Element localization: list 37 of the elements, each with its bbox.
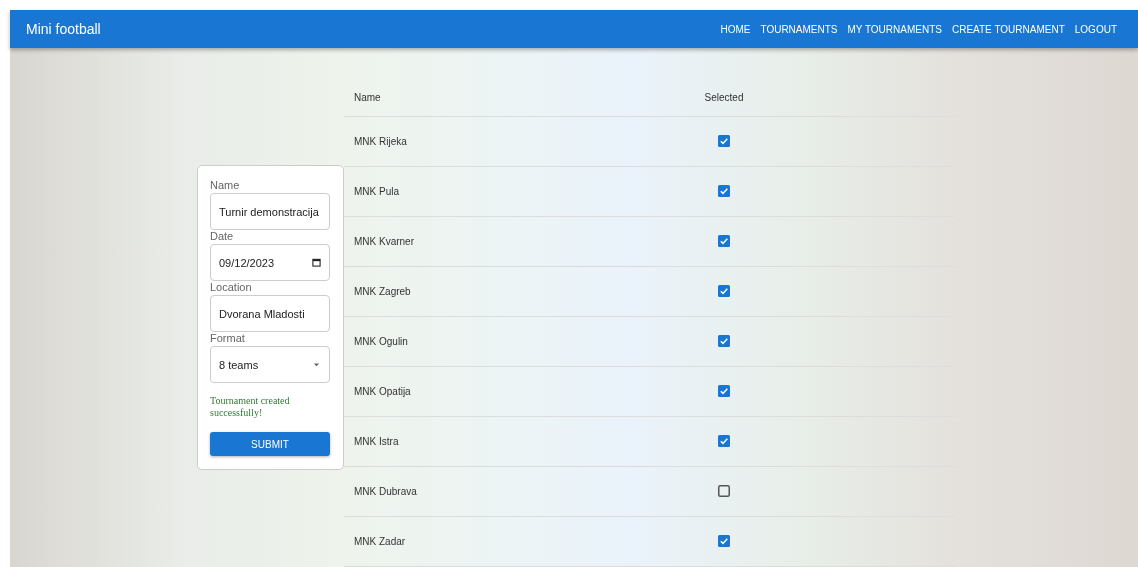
- calendar-icon: [312, 258, 321, 267]
- submit-button[interactable]: SUBMIT: [210, 432, 330, 456]
- team-name: MNK Zadar: [353, 536, 407, 547]
- field-label: Format: [210, 332, 246, 344]
- nav-link[interactable]: LOGOUT: [1069, 23, 1122, 35]
- app-title: Mini football: [26, 21, 102, 37]
- field-label: Date: [210, 230, 235, 242]
- checkbox[interactable]: [718, 284, 730, 297]
- column-header: Name: [353, 91, 382, 103]
- checkbox[interactable]: [718, 234, 730, 247]
- checkbox[interactable]: [718, 134, 730, 147]
- nav-link[interactable]: CREATE TOURNAMENT: [946, 23, 1070, 35]
- checkbox[interactable]: [718, 534, 730, 547]
- field-label: Name: [210, 179, 241, 191]
- checkbox[interactable]: [718, 384, 730, 397]
- team-name: MNK Pula: [353, 186, 400, 197]
- input-field[interactable]: Dvorana Mladosti: [210, 295, 330, 332]
- checkbox[interactable]: [718, 434, 730, 447]
- nav-link[interactable]: HOME: [715, 23, 756, 35]
- date-field[interactable]: 09/12/2023: [210, 244, 330, 281]
- checkbox[interactable]: [718, 334, 730, 347]
- team-name: MNK Kvarner: [353, 236, 415, 247]
- nav-link[interactable]: TOURNAMENTS: [755, 23, 843, 35]
- format-dropdown[interactable]: 8 teams: [210, 346, 330, 383]
- input-field[interactable]: Turnir demonstracija: [210, 193, 330, 230]
- team-name: MNK Dubrava: [353, 486, 418, 497]
- team-name: MNK Zagreb: [353, 286, 412, 297]
- field-label: Location: [210, 281, 253, 293]
- nav-link[interactable]: MY TOURNAMENTS: [842, 23, 947, 35]
- column-header: Selected: [704, 91, 744, 103]
- success-message: Tournament created successfully!: [210, 395, 291, 418]
- team-name: MNK Rijeka: [353, 136, 408, 147]
- team-name: MNK Ogulin: [353, 336, 409, 347]
- team-name: MNK Opatija: [353, 386, 412, 397]
- team-name: MNK Istra: [353, 436, 400, 447]
- checkbox[interactable]: [718, 184, 730, 197]
- checkbox[interactable]: [718, 484, 730, 497]
